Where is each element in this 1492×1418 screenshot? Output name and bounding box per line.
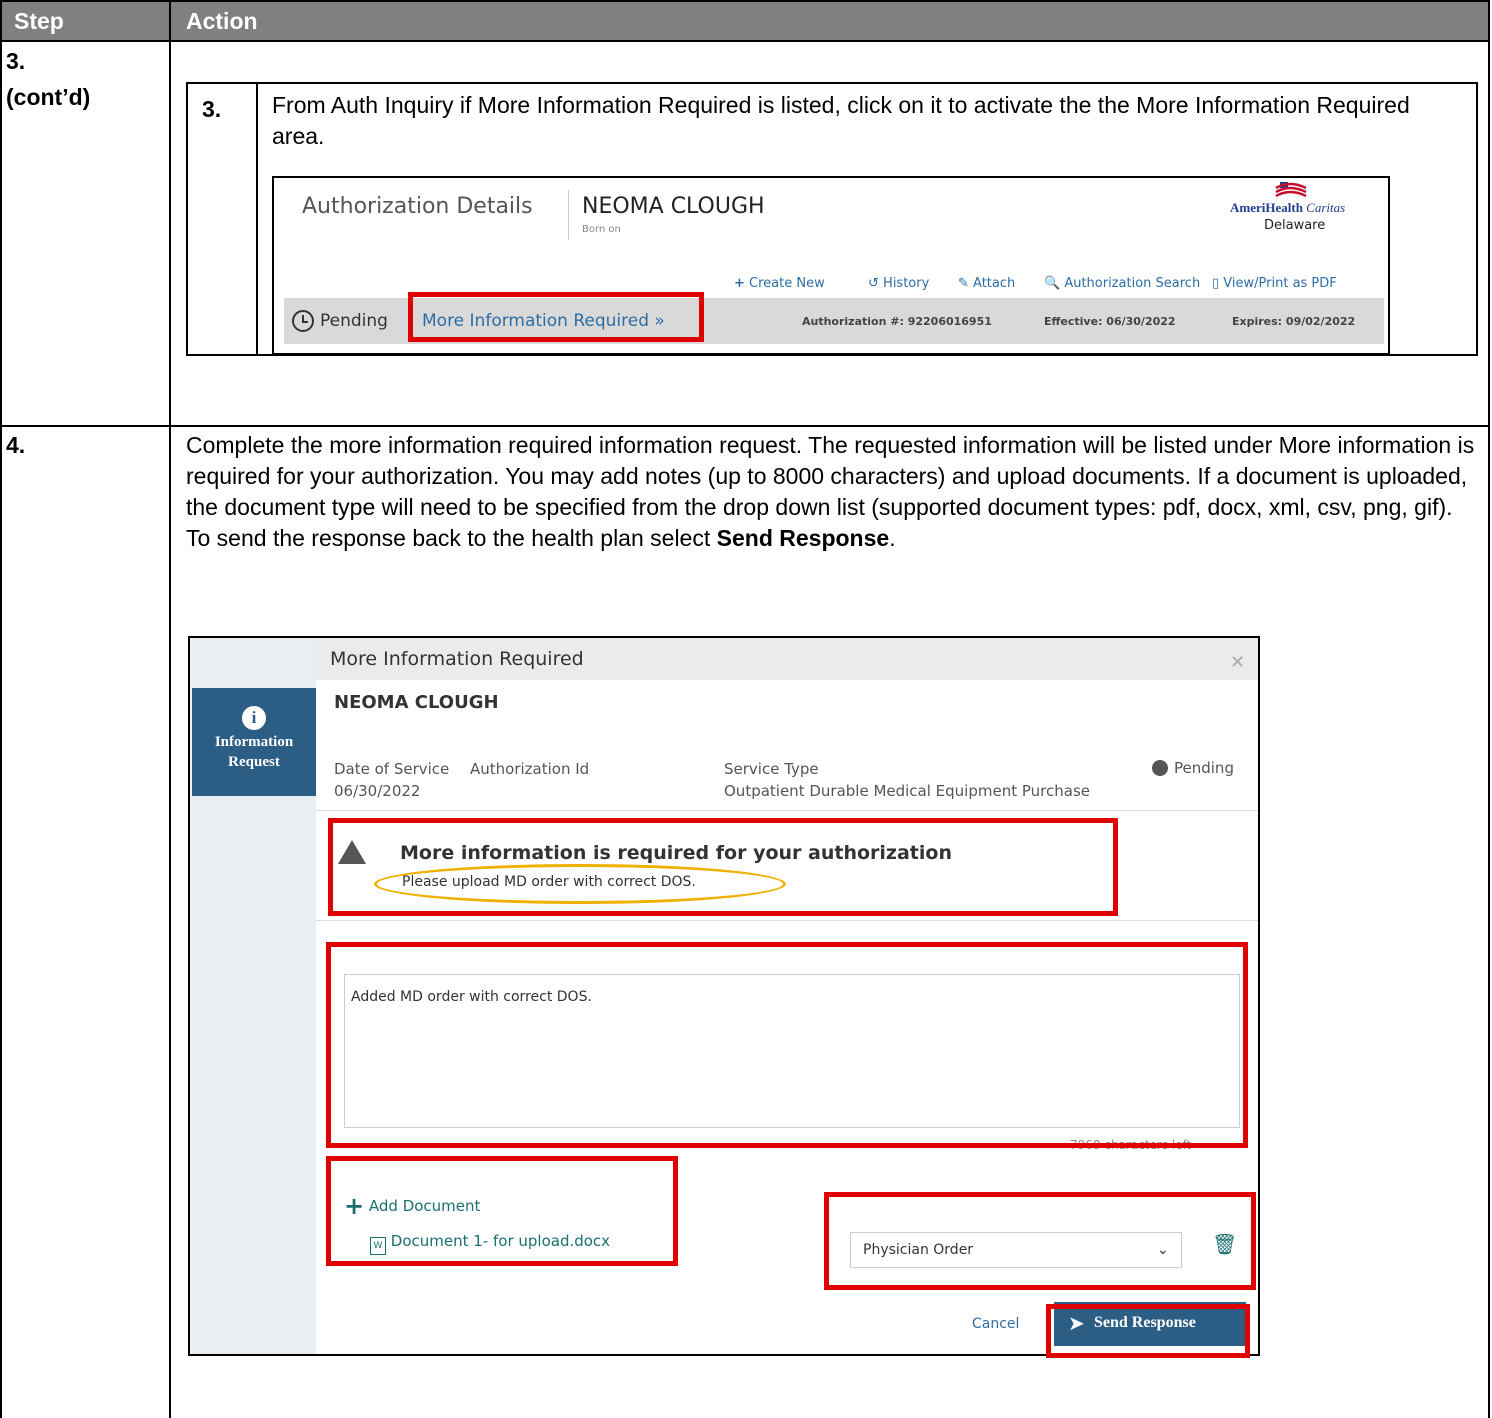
plus-icon: + (734, 276, 745, 291)
attach-link[interactable]: ✎ Attach (958, 276, 1015, 291)
table-left-border (0, 42, 2, 1418)
step-4-instruction: Complete the more information required i… (186, 430, 1482, 554)
instruction-bold: Send Response (716, 525, 890, 551)
logo-state: Delaware (1264, 218, 1326, 233)
status-pending: Pending (320, 311, 388, 331)
date-of-service-value: 06/30/2022 (334, 782, 421, 800)
highlight-notes (326, 942, 1248, 1148)
view-print-pdf-link[interactable]: ▯ View/Print as PDF (1212, 276, 1337, 291)
highlight-add-document (326, 1156, 678, 1266)
instruction-end: . (889, 525, 896, 551)
auth-details-title: Authorization Details (302, 194, 533, 219)
cancel-button[interactable]: Cancel (972, 1316, 1019, 1332)
table-column-divider (169, 0, 171, 1418)
born-on-label: Born on (582, 224, 621, 235)
logo-brand: AmeriHealth (1230, 200, 1303, 215)
paperclip-icon: ✎ (958, 276, 969, 291)
service-type-label: Service Type (724, 760, 819, 778)
authorization-search-link[interactable]: 🔍 Authorization Search (1044, 276, 1200, 291)
company-logo: AmeriHealth Caritas (1230, 200, 1345, 216)
effective-date: Effective: 06/30/2022 (1044, 315, 1176, 328)
info-icon: i (242, 706, 266, 730)
step-4-label: 4. (6, 432, 26, 458)
auth-panel-bottom (272, 353, 1388, 354)
service-type-value: Outpatient Durable Medical Equipment Pur… (724, 782, 1090, 800)
highlight-more-info (408, 292, 704, 342)
pending-status-icon (1152, 760, 1168, 776)
header-step: Step (14, 8, 64, 34)
history-icon: ↺ (868, 276, 879, 291)
history-link[interactable]: ↺ History (868, 276, 929, 291)
history-label: History (883, 276, 930, 291)
row-divider (0, 425, 1490, 427)
table-right-border (1488, 42, 1490, 1418)
close-icon[interactable]: ✕ (1230, 652, 1245, 673)
attach-label: Attach (973, 276, 1016, 291)
pdf-icon: ▯ (1212, 276, 1220, 291)
search-icon: 🔍 (1044, 276, 1061, 291)
expires-date: Expires: 09/02/2022 (1232, 315, 1356, 328)
title-divider (568, 190, 569, 240)
modal-patient-name: NEOMA CLOUGH (334, 692, 499, 713)
date-of-service-label: Date of Service (334, 760, 450, 778)
create-new-label: Create New (749, 276, 825, 291)
highlight-alert (328, 818, 1118, 916)
highlight-send-response (1046, 1304, 1250, 1358)
substep-divider (256, 82, 258, 356)
header-action: Action (186, 8, 258, 34)
sidebar-label-2: Request (228, 754, 280, 770)
flag-logo-icon (1272, 182, 1312, 198)
modal-status: Pending (1174, 759, 1234, 777)
information-request-tab[interactable]: i Information Request (192, 688, 316, 796)
substep-instruction: From Auth Inquiry if More Information Re… (272, 92, 1410, 149)
info-divider (316, 810, 1258, 811)
substep-number: 3. (202, 96, 222, 122)
highlight-document-type (824, 1192, 1256, 1290)
view-print-pdf-label: View/Print as PDF (1223, 276, 1337, 291)
authorization-id-label: Authorization Id (470, 760, 590, 778)
logo-brand-2: Caritas (1306, 200, 1346, 215)
step-3-contd: (cont’d) (6, 84, 91, 110)
modal-title: More Information Required (330, 648, 584, 670)
alert-divider (316, 920, 1258, 921)
auth-number: Authorization #: 92206016951 (802, 315, 992, 328)
step-3-label: 3. (6, 48, 26, 74)
patient-name: NEOMA CLOUGH (582, 194, 765, 219)
sidebar-label-1: Information (214, 734, 294, 750)
clock-icon (292, 310, 314, 332)
authorization-search-label: Authorization Search (1064, 276, 1201, 291)
create-new-link[interactable]: + Create New (734, 276, 825, 291)
